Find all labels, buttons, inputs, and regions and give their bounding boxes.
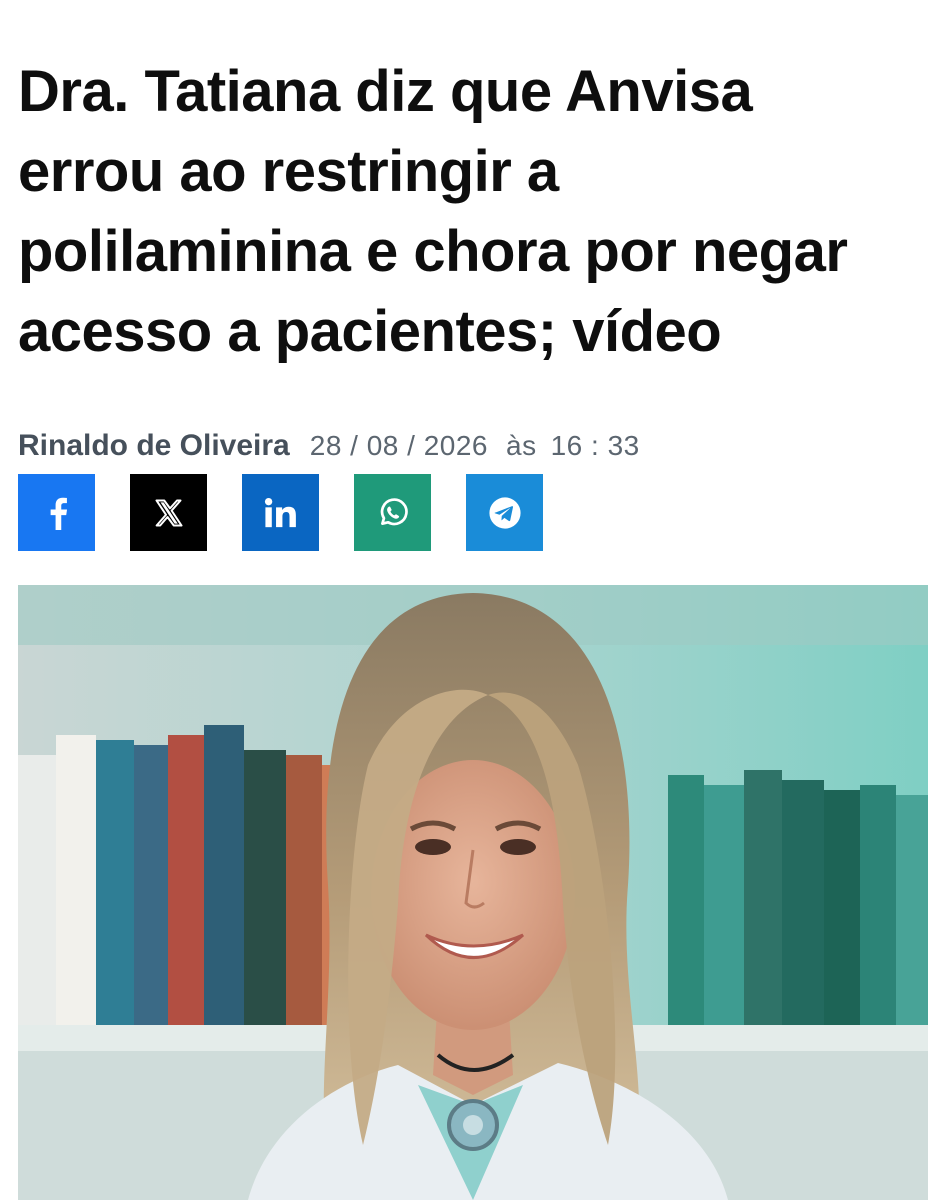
whatsapp-icon (380, 497, 408, 525)
whatsapp-share-button[interactable] (354, 474, 431, 551)
author-link[interactable]: Rinaldo de Oliveira (18, 429, 290, 463)
headline-line: Dra. Tatiana diz que Anvisa (18, 59, 753, 124)
linkedin-icon (264, 497, 296, 527)
x-share-button[interactable] (130, 474, 207, 551)
facebook-share-button[interactable] (18, 474, 95, 551)
telegram-share-button[interactable] (466, 474, 543, 551)
byline: Rinaldo de Oliveira 28 / 08 / 2026 às 16… (18, 424, 640, 468)
share-buttons (18, 474, 578, 551)
facebook-icon (50, 497, 67, 530)
article-headline: Dra. Tatiana diz que Anvisa errou ao res… (18, 52, 928, 372)
x-icon (155, 499, 182, 526)
headline-line: errou ao restringir a (18, 139, 559, 204)
linkedin-share-button[interactable] (242, 474, 319, 551)
publish-time: 16 : 33 (550, 430, 640, 461)
publish-date: 28 / 08 / 2026 (309, 430, 489, 461)
hero-image (18, 585, 928, 1200)
time-connector: às (506, 430, 537, 461)
portrait-photo (18, 585, 928, 1200)
headline-line: acesso a pacientes; vídeo (18, 299, 722, 364)
headline-line: polilaminina e chora por negar (18, 219, 848, 284)
telegram-icon (488, 496, 521, 529)
